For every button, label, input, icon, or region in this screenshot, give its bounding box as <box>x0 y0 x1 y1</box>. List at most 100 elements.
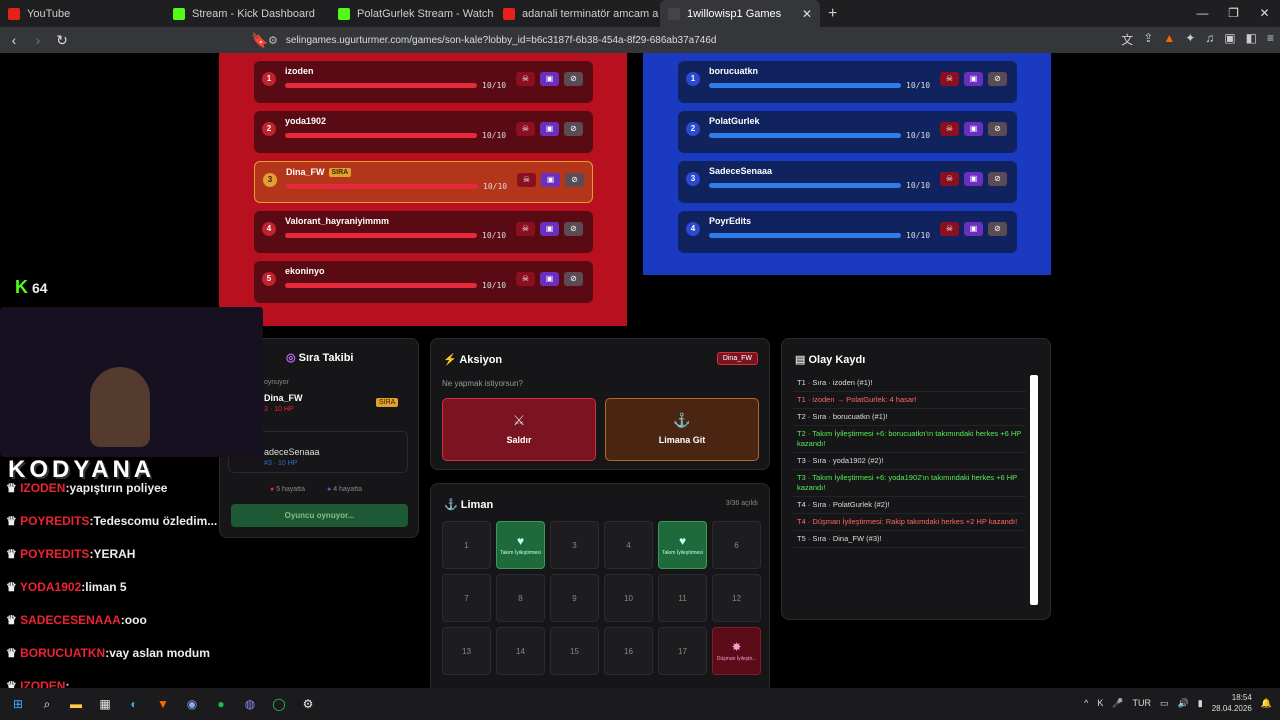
block-icon[interactable]: ⊘ <box>988 122 1007 136</box>
back-icon[interactable]: ‹ <box>4 32 24 48</box>
search-icon[interactable]: ⌕ <box>36 693 58 715</box>
go-to-port-button[interactable]: ⚓ Limana Git <box>605 398 759 461</box>
new-tab-button[interactable]: + <box>828 5 837 23</box>
site-info-icon[interactable]: ⚙ <box>268 34 278 47</box>
block-icon[interactable]: ⊘ <box>564 122 583 136</box>
game-icon <box>668 7 680 20</box>
close-tab-icon[interactable]: ✕ <box>802 7 812 21</box>
block-icon[interactable]: ⊘ <box>988 172 1007 186</box>
shield-icon[interactable]: ▣ <box>540 122 559 136</box>
notification-icon[interactable]: 🔔 <box>1261 698 1272 709</box>
shield-icon[interactable]: ▣ <box>964 222 983 236</box>
shield-icon[interactable]: ▣ <box>964 122 983 136</box>
mic-icon[interactable]: 🎤 <box>1112 698 1123 709</box>
tab-polatgurlek[interactable]: PolatGurlek Stream - Watch Live on K <box>330 0 495 27</box>
shield-icon[interactable]: ▣ <box>964 72 983 86</box>
bookmark-icon[interactable]: 🔖 <box>250 32 270 49</box>
reload-icon[interactable]: ↻ <box>52 32 72 49</box>
tab-adanali[interactable]: adanali terminatör amcam a donduı <box>495 0 660 27</box>
wallet-icon[interactable]: ◧ <box>1246 31 1257 48</box>
menu-icon[interactable]: ≡ <box>1267 31 1274 48</box>
language[interactable]: TUR <box>1133 698 1152 708</box>
port-cell[interactable]: ✸ Düşman İyileştir... <box>712 627 761 675</box>
clock[interactable]: 18:54 28.04.2026 <box>1212 692 1252 714</box>
close-window-icon[interactable]: ✕ <box>1249 0 1280 27</box>
block-icon[interactable]: ⊘ <box>564 272 583 286</box>
share-icon[interactable]: ⇪ <box>1143 31 1153 48</box>
block-icon[interactable]: ⊘ <box>564 72 583 86</box>
shield-icon[interactable]: ▣ <box>964 172 983 186</box>
edge-icon[interactable]: ◐ <box>123 693 145 715</box>
skull-icon[interactable]: ☠ <box>516 272 535 286</box>
whatsapp-icon[interactable]: ◯ <box>268 693 290 715</box>
port-cell[interactable]: 10 <box>604 574 653 622</box>
volume-icon[interactable]: 🔊 <box>1178 698 1189 709</box>
port-cell[interactable]: 7 <box>442 574 491 622</box>
block-icon[interactable]: ⊘ <box>565 173 584 187</box>
viewer-count: 64 <box>32 279 48 296</box>
music-icon[interactable]: ♫ <box>1205 31 1214 48</box>
forward-icon[interactable]: › <box>28 32 48 48</box>
store-icon[interactable]: ▦ <box>94 693 116 715</box>
network-icon[interactable]: ▭ <box>1160 698 1169 709</box>
port-cell[interactable]: 16 <box>604 627 653 675</box>
spotify-icon[interactable]: ● <box>210 693 232 715</box>
brave-icon[interactable]: ▼ <box>152 693 174 715</box>
port-cell[interactable]: 12 <box>712 574 761 622</box>
shield-icon[interactable]: ▣ <box>541 173 560 187</box>
skull-icon[interactable]: ☠ <box>516 72 535 86</box>
port-cell[interactable]: 14 <box>496 627 545 675</box>
skull-icon[interactable]: ☠ <box>940 122 959 136</box>
port-cell[interactable]: 6 <box>712 521 761 569</box>
hp-bar <box>285 133 477 138</box>
skull-icon[interactable]: ☠ <box>940 222 959 236</box>
port-cell[interactable]: 1 <box>442 521 491 569</box>
skull-icon[interactable]: ☠ <box>940 172 959 186</box>
block-icon[interactable]: ⊘ <box>564 222 583 236</box>
action-title: ⚡ Aksiyon <box>443 354 503 366</box>
port-cell[interactable]: ♥ Takım İyileştirmesi <box>496 521 545 569</box>
port-cell[interactable]: 4 <box>604 521 653 569</box>
windows-start-icon[interactable]: ⊞ <box>7 693 29 715</box>
tab-games[interactable]: 1willowisp1 Games ✕ <box>660 0 820 27</box>
shield-icon[interactable]: ▣ <box>540 272 559 286</box>
restore-icon[interactable]: ❐ <box>1218 0 1249 27</box>
block-icon[interactable]: ⊘ <box>988 222 1007 236</box>
port-cell[interactable]: 17 <box>658 627 707 675</box>
steam-icon[interactable]: ◉ <box>181 693 203 715</box>
extensions-icon[interactable]: ✦ <box>1185 31 1195 48</box>
port-cell[interactable]: ♥ Takım İyileştirmesi <box>658 521 707 569</box>
chat-user: BORUCUATKN <box>20 646 106 660</box>
shield-icon[interactable]: ▣ <box>540 72 559 86</box>
discord-icon[interactable]: ◍ <box>239 693 261 715</box>
port-cell[interactable]: 15 <box>550 627 599 675</box>
crown-icon: ♛ <box>6 679 21 688</box>
skull-icon[interactable]: ☠ <box>517 173 536 187</box>
tab-kick-dashboard[interactable]: Stream - Kick Dashboard <box>165 0 330 27</box>
shield-icon[interactable]: ▲ <box>1163 31 1175 48</box>
kick-tray-icon[interactable]: K <box>1097 698 1103 708</box>
battery-icon[interactable]: ▮ <box>1198 698 1203 709</box>
skull-icon[interactable]: ☠ <box>940 72 959 86</box>
attack-button[interactable]: ⚔ Saldır <box>442 398 596 461</box>
sidebar-icon[interactable]: ▣ <box>1224 31 1235 48</box>
block-icon[interactable]: ⊘ <box>988 72 1007 86</box>
tab-youtube[interactable]: YouTube <box>0 0 165 27</box>
port-cell[interactable]: 11 <box>658 574 707 622</box>
port-cell[interactable]: 9 <box>550 574 599 622</box>
skull-icon[interactable]: ☠ <box>516 222 535 236</box>
player-rank: 2 <box>686 122 700 136</box>
translate-icon[interactable]: 文 <box>1121 31 1133 48</box>
chevron-up-icon[interactable]: ^ <box>1084 698 1088 708</box>
settings-icon[interactable]: ⚙ <box>297 693 319 715</box>
port-cell[interactable]: 3 <box>550 521 599 569</box>
player-actions: ☠ ▣ ⊘ <box>516 122 583 136</box>
port-cell[interactable]: 8 <box>496 574 545 622</box>
shield-icon[interactable]: ▣ <box>540 222 559 236</box>
minimize-icon[interactable]: — <box>1187 0 1218 27</box>
event-log-scrollbar[interactable] <box>1030 375 1038 605</box>
skull-icon[interactable]: ☠ <box>516 122 535 136</box>
port-cell[interactable]: 13 <box>442 627 491 675</box>
folder-icon[interactable]: ▬ <box>65 693 87 715</box>
url-field[interactable]: ⚙ selingames.ugurturmer.com/games/son-ka… <box>268 29 990 51</box>
